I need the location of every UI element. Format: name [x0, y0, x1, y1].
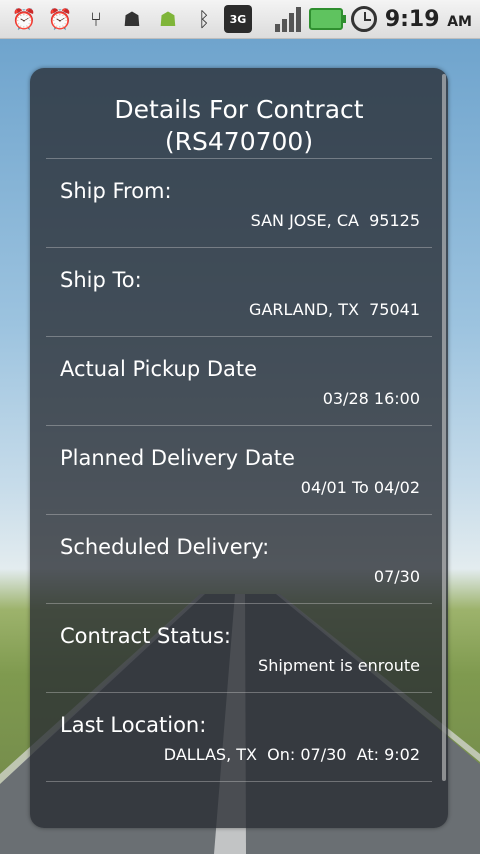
detail-label: Actual Pickup Date: [60, 357, 258, 381]
detail-value: GARLAND, TX 75041: [249, 300, 420, 319]
detail-label: Ship To:: [60, 268, 142, 292]
detail-row-ship-from: Ship From: SAN JOSE, CA 95125: [30, 159, 448, 247]
detail-value: 04/01 To 04/02: [300, 478, 420, 497]
battery-charging-icon: [308, 8, 346, 30]
detail-label: Ship From:: [60, 179, 172, 203]
android-icon: ☗: [159, 7, 177, 31]
alarm-sd-icon: ⏰: [47, 7, 73, 31]
detail-value: Shipment is enroute: [258, 656, 420, 675]
alarm-clock-icon: [350, 6, 377, 32]
android-debug-icon: ☗: [123, 7, 141, 31]
detail-value: DALLAS, TX On: 07/30 At: 9:02: [163, 745, 420, 764]
alarm-sd-icon: ⏰: [11, 7, 37, 31]
signal-icon: [274, 6, 301, 32]
contract-details-panel: Details For Contract (RS470700) Ship Fro…: [30, 68, 448, 828]
status-time: 9:19 AM: [384, 6, 472, 32]
detail-label: Last Location:: [60, 713, 207, 737]
detail-label: Planned Delivery Date: [60, 446, 295, 470]
bluetooth-icon: ᛒ: [198, 7, 210, 31]
detail-row-scheduled-delivery: Scheduled Delivery: 07/30: [30, 515, 448, 603]
detail-row-ship-to: Ship To: GARLAND, TX 75041: [30, 248, 448, 336]
detail-value: SAN JOSE, CA 95125: [250, 211, 420, 230]
page-title: Details For Contract (RS470700): [114, 95, 364, 156]
detail-row-contract-status: Contract Status: Shipment is enroute: [30, 604, 448, 692]
usb-icon: ⑂: [90, 7, 102, 31]
detail-label: Contract Status:: [60, 624, 232, 648]
notification-icons: ⏰ ⏰ ⑂ ☗ ☗ ᛒ 3G: [0, 4, 252, 34]
detail-row-planned-delivery: Planned Delivery Date 04/01 To 04/02: [30, 426, 448, 514]
status-bar: ⏰ ⏰ ⑂ ☗ ☗ ᛒ 3G 9:19 AM: [0, 0, 480, 39]
detail-label: Scheduled Delivery:: [60, 535, 270, 559]
detail-row-last-location: Last Location: DALLAS, TX On: 07/30 At: …: [30, 693, 448, 781]
detail-value: 07/30: [373, 567, 420, 586]
detail-value: 03/28 16:00: [322, 389, 420, 408]
network-3g-icon: 3G: [224, 5, 252, 33]
divider: [46, 781, 432, 782]
detail-row-actual-pickup: Actual Pickup Date 03/28 16:00: [30, 337, 448, 425]
